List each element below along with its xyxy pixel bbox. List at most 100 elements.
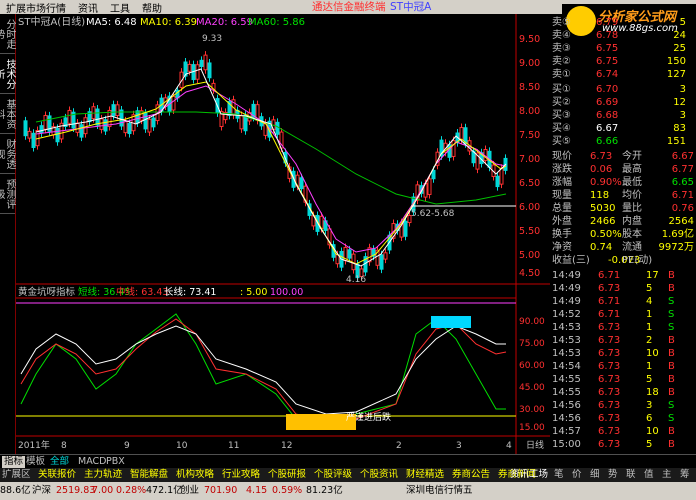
ext-tab[interactable]: 智能解盘 [130, 469, 168, 481]
menu-item[interactable]: 扩展市场行情 [0, 0, 72, 15]
panel-tab[interactable]: 笔 [554, 469, 564, 481]
candle-body [379, 254, 384, 270]
stat-label: 涨幅 [552, 177, 572, 188]
ext-tab[interactable]: 个股资讯 [360, 469, 398, 481]
quote-row: 14:49 6.71 17 B [550, 269, 696, 282]
ext-tab[interactable]: 机构攻略 [176, 469, 214, 481]
tick-side: B [668, 374, 675, 385]
ext-tab[interactable]: 关联报价 [38, 469, 76, 481]
status-item: 0.28% [116, 485, 147, 496]
svg-text:45.00: 45.00 [519, 383, 545, 393]
ext-tab[interactable]: 财经精选 [406, 469, 444, 481]
svg-text:30.00: 30.00 [519, 405, 545, 415]
stat-value: 6.71 [671, 190, 694, 201]
tab-macd[interactable]: MACD [78, 456, 106, 468]
panel-tab[interactable]: 资讯工场 [510, 469, 548, 481]
svg-text:60.00: 60.00 [519, 361, 545, 371]
candle-body [495, 175, 500, 188]
status-item: 沪深 [32, 485, 52, 496]
panel-tab[interactable]: 主 [662, 469, 672, 481]
tick-volume: 5 [646, 374, 653, 385]
svg-text:90.00: 90.00 [519, 317, 545, 327]
price-tick: 7.50 [519, 130, 540, 141]
stat-value: 6.77 [671, 164, 694, 175]
svg-text:4: 4 [506, 441, 512, 451]
stat-label: PE(动) [622, 255, 653, 266]
stock-title: ST中冠A [390, 1, 432, 13]
level-price: 6.68 [596, 110, 619, 121]
panel-tab[interactable]: 细 [590, 469, 600, 481]
quote-row: 收益(三) -0.073 PE(动) [550, 254, 696, 267]
price-tick: 8.00 [519, 106, 540, 117]
stat-value: 6.73 [590, 151, 613, 162]
menu-item[interactable]: 工具 [104, 0, 136, 15]
side-tab-jiben[interactable]: 基本资料 [0, 94, 15, 134]
tick-price: 6.71 [598, 309, 621, 320]
stat-label: 股本 [622, 229, 642, 240]
ext-tab[interactable]: 行业攻略 [222, 469, 260, 481]
ext-tab[interactable]: 个股评级 [314, 469, 352, 481]
panel-tab[interactable]: 筹 [680, 469, 690, 481]
panel-tab[interactable]: 价 [572, 469, 582, 481]
panel-tab[interactable]: 势 [608, 469, 618, 481]
quote-row: 14:49 6.73 5 B [550, 282, 696, 295]
side-tab-yuce[interactable]: 预测评级 [0, 174, 15, 214]
side-tab-fenshi[interactable]: 分时走势 [0, 14, 15, 54]
stat-label: 现价 [552, 151, 572, 162]
stat-label: 流通 [622, 242, 642, 253]
tab-all[interactable]: 全部 [50, 456, 69, 468]
tick-time: 15:00 [552, 439, 581, 450]
quote-row: 现价 6.73 今开 6.67 [550, 150, 696, 163]
ext-tab[interactable]: 主力轨迹 [84, 469, 122, 481]
candle-body [111, 104, 116, 117]
chart-title: ST中冠A(日线) [18, 15, 85, 28]
tick-volume: 5 [646, 283, 653, 294]
quote-row: 14:53 6.73 10 B [550, 347, 696, 360]
indicator-hundred: 100.00 [270, 287, 303, 298]
status-item: 701.90 [204, 485, 238, 496]
stat-label: 换手 [552, 229, 572, 240]
tab-indicator[interactable]: 指标 [2, 456, 26, 468]
candle-body [403, 220, 408, 237]
quote-row: 买⑤ 6.66 151 [550, 135, 696, 148]
tab-template[interactable]: 模板 [26, 456, 45, 468]
svg-text:2011年: 2011年 [18, 439, 50, 451]
quote-row: 14:53 6.73 2 B [550, 334, 696, 347]
tick-time: 14:49 [552, 270, 581, 281]
ext-tab[interactable]: 扩展区 [2, 469, 31, 481]
status-item: 88.6亿 [0, 485, 31, 496]
level-volume: 3 [679, 110, 686, 121]
tick-price: 6.73 [598, 335, 621, 346]
panel-tab[interactable]: 值 [644, 469, 654, 481]
tick-time: 14:56 [552, 413, 581, 424]
tab-pbx[interactable]: PBX [106, 456, 125, 468]
level-volume: 25 [673, 43, 686, 54]
level-price: 6.66 [596, 136, 619, 147]
stat-label: 总量 [552, 203, 572, 214]
quote-row: 卖③ 6.75 25 [550, 42, 696, 55]
indicator-five: : 5.00 [240, 287, 267, 298]
price-tick: 6.50 [519, 178, 540, 189]
level-label: 卖② [552, 56, 571, 67]
side-tab-caiwu[interactable]: 财务透视 [0, 134, 15, 174]
quote-row: 买② 6.69 12 [550, 96, 696, 109]
tick-volume: 18 [646, 387, 659, 398]
peak-label: 9.33 [202, 34, 222, 44]
ext-tab[interactable]: 券商公告 [452, 469, 490, 481]
menu-item[interactable]: 帮助 [136, 0, 168, 15]
svg-text:8: 8 [61, 441, 67, 451]
app-title: 通达信金融终端 [312, 1, 386, 13]
indicator-tabs: 指标 模板 全部 MACD PBX [0, 454, 696, 468]
kline-chart[interactable]: ST中冠A(日线) MA5: 6.48 MA10: 6.39 MA20: 6.5… [16, 14, 550, 454]
tick-price: 6.73 [598, 387, 621, 398]
side-tab-jishu[interactable]: 技术分析 [0, 54, 15, 94]
menu-item[interactable]: 资讯 [72, 0, 104, 15]
tick-time: 14:55 [552, 374, 581, 385]
ext-tab[interactable]: 个股研报 [268, 469, 306, 481]
panel-tab[interactable]: 联 [626, 469, 636, 481]
quote-row: 卖② 6.75 150 [550, 55, 696, 68]
quote-row: 14:55 6.73 18 B [550, 386, 696, 399]
tick-price: 6.71 [598, 296, 621, 307]
tick-side: S [668, 413, 675, 424]
status-bar: 88.6亿 沪深 2519.83 7.00 0.28% 472.1亿 创业 701.90 4.1… [0, 482, 696, 500]
